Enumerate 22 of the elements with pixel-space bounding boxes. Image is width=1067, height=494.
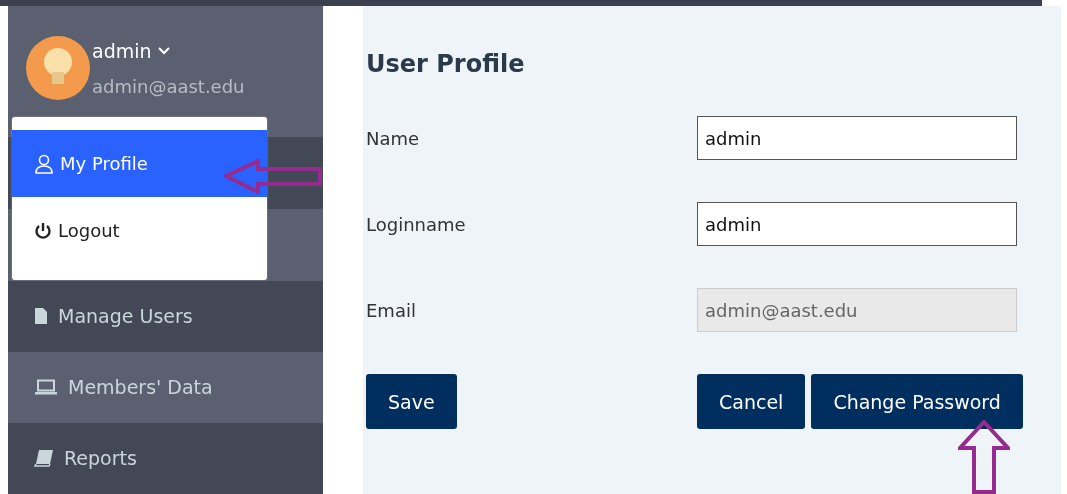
change-password-button[interactable]: Change Password (811, 374, 1023, 429)
power-icon (34, 221, 52, 240)
sidebar-item[interactable]: Manage Users (8, 280, 323, 352)
save-button[interactable]: Save (366, 374, 457, 429)
input-field[interactable]: admin (697, 202, 1017, 246)
file-icon (34, 307, 48, 326)
user-email: admin@aast.edu (92, 76, 245, 97)
chevron-down-icon[interactable] (157, 47, 170, 55)
avatar (26, 36, 90, 100)
sidebar-item[interactable]: Reports (8, 422, 323, 494)
user-name[interactable]: admin (92, 40, 152, 62)
laptop-icon (34, 379, 58, 396)
cancel-button[interactable]: Cancel (697, 374, 806, 429)
menu-item[interactable]: My Profile (12, 130, 267, 197)
book-icon (34, 449, 54, 468)
field-label: Loginname (366, 213, 467, 235)
person-icon (34, 153, 54, 174)
menu-item[interactable]: Logout (12, 197, 267, 264)
input-field[interactable]: admin (697, 116, 1017, 160)
field-label: Email (366, 299, 417, 321)
page-title: User Profile (366, 50, 526, 78)
field-label: Name (366, 127, 421, 149)
